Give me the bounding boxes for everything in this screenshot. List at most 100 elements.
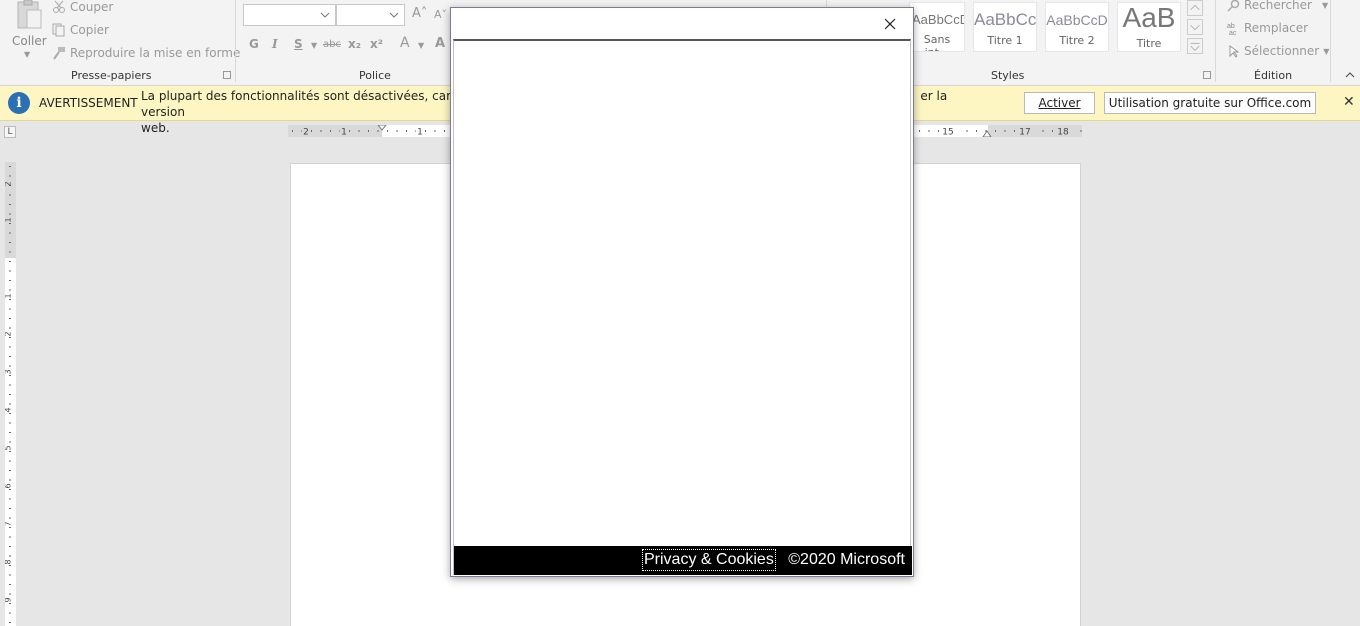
ruler-label: 18 (1057, 128, 1069, 138)
tab-selector[interactable]: L (4, 126, 16, 138)
collapse-ribbon-icon[interactable] (1345, 72, 1355, 78)
find-label: Rechercher (1244, 0, 1312, 12)
dialog-titlebar (451, 8, 913, 39)
styles-launcher-icon[interactable] (1203, 71, 1211, 79)
subscript-button[interactable]: x₂ (348, 37, 361, 51)
cursor-arrow-icon (1229, 44, 1240, 58)
ruler-label: 9 (5, 597, 13, 602)
group-separator (1215, 0, 1216, 82)
activate-button[interactable]: Activer (1024, 92, 1095, 114)
group-label-editing: Édition (1254, 69, 1293, 82)
chevron-down-icon (389, 12, 399, 18)
info-icon: i (8, 92, 30, 114)
ruler-label: 1 (5, 293, 13, 298)
style-sample: AaBbCcD (1046, 12, 1108, 28)
first-line-indent-marker (377, 125, 387, 131)
vertical-ruler[interactable]: 2 1 1 2 3 4 5 6 7 8 9 (5, 162, 16, 626)
activate-label: Activer (1038, 96, 1081, 110)
styles-scroll-up-icon[interactable] (1187, 0, 1203, 16)
bold-button[interactable]: G (249, 37, 259, 51)
superscript-button[interactable]: x² (370, 37, 383, 51)
close-icon[interactable] (880, 14, 900, 34)
replace-button[interactable]: ab ac Remplacer (1227, 21, 1308, 35)
font-name-dropdown[interactable] (243, 4, 336, 26)
svg-text:ab: ab (1227, 23, 1235, 30)
ruler-label: 2 (303, 128, 309, 138)
copy-button[interactable]: Copier (52, 21, 109, 39)
cut-button[interactable]: Couper (52, 0, 113, 16)
ruler-label: 1 (341, 128, 347, 138)
styles-scroll-down-icon[interactable] (1187, 19, 1203, 35)
chevron-down-icon: ▼ (1321, 0, 1329, 10)
group-label-font: Police (359, 69, 391, 82)
dialog-content (453, 39, 911, 575)
cut-label: Couper (70, 0, 114, 14)
font-size-dropdown[interactable] (336, 4, 405, 26)
close-icon[interactable]: ✕ (1343, 94, 1355, 110)
paste-button[interactable]: Coller (12, 34, 47, 48)
underline-button[interactable]: S (294, 37, 303, 51)
group-label-clipboard: Presse-papiers (71, 69, 152, 82)
brush-icon (53, 47, 65, 60)
style-name: Titre 1 (987, 34, 1023, 47)
office-online-button[interactable]: Utilisation gratuite sur Office.com (1104, 92, 1316, 114)
font-color-button[interactable]: A (435, 36, 445, 51)
style-item-title[interactable]: AaB Titre (1117, 2, 1181, 52)
style-sample: AaB (1122, 2, 1176, 33)
style-item-heading-2[interactable]: AaBbCcD Titre 2 (1045, 2, 1109, 52)
italic-button[interactable]: I (272, 37, 278, 51)
style-item-no-spacing[interactable]: AaBbCcDc Sans int... (909, 2, 965, 52)
warning-message-line2: web. (141, 121, 170, 135)
chevron-down-icon[interactable]: ▼ (24, 50, 30, 59)
group-label-styles: Styles (991, 69, 1025, 82)
ruler-label: 1 (5, 217, 13, 222)
ruler-ticks: 2 1 1 2 3 4 5 6 7 8 9 (5, 166, 13, 623)
shrink-font-button[interactable]: A˅ (434, 8, 447, 21)
select-button[interactable]: Sélectionner ▼ (1227, 44, 1329, 58)
copy-icon (52, 23, 65, 37)
right-indent-marker (982, 130, 992, 137)
warning-message-start: La plupart des fonctionnalités sont désa… (141, 89, 503, 103)
chevron-down-icon[interactable]: ▼ (418, 41, 424, 50)
copy-label: Copier (70, 23, 109, 37)
search-icon (1227, 0, 1240, 12)
privacy-cookies-link[interactable]: Privacy & Cookies (642, 549, 776, 571)
style-sample: AaBbCcDc (912, 12, 964, 27)
warning-title: AVERTISSEMENT (39, 96, 138, 110)
text-effects-button[interactable]: A (400, 35, 410, 51)
paste-icon[interactable] (14, 0, 44, 30)
style-item-heading-1[interactable]: AaBbCc Titre 1 (973, 2, 1037, 52)
format-painter-label: Reproduire la mise en forme (70, 46, 241, 60)
ruler-label: 15 (942, 128, 953, 138)
style-name: Titre (1136, 37, 1162, 50)
style-sample: AaBbCc (974, 10, 1037, 29)
style-name: Sans int... (923, 33, 951, 51)
clipboard-launcher-icon[interactable] (223, 71, 231, 79)
chevron-down-icon (320, 12, 330, 18)
ruler-label: 1 (417, 128, 423, 138)
ruler-label: 4 (5, 407, 13, 412)
replace-icon: abac (1227, 23, 1237, 35)
scissors-icon (53, 0, 65, 13)
ruler-label: 2 (5, 331, 13, 336)
ruler-label: 6 (5, 483, 13, 488)
ruler-label: 7 (5, 521, 13, 526)
find-button[interactable]: Rechercher ▼ (1227, 0, 1328, 12)
sign-in-dialog: Privacy & Cookies ©2020 Microsoft (450, 7, 914, 577)
styles-more-icon[interactable] (1187, 38, 1203, 54)
chevron-down-icon: ▼ (1323, 46, 1330, 56)
group-separator (235, 0, 236, 82)
format-painter-button[interactable]: Reproduire la mise en forme (52, 44, 240, 62)
ruler-label: 8 (5, 559, 13, 564)
dialog-footer: Privacy & Cookies ©2020 Microsoft (454, 546, 912, 575)
group-separator (1330, 0, 1331, 82)
ruler-label: 2 (5, 181, 13, 186)
select-label: Sélectionner (1244, 44, 1320, 58)
grow-font-button[interactable]: A˄ (412, 6, 427, 21)
ruler-label: 3 (5, 369, 13, 374)
chevron-down-icon[interactable]: ▼ (311, 41, 317, 50)
strikethrough-button[interactable]: abc (323, 39, 341, 50)
style-name: Titre 2 (1059, 34, 1095, 47)
svg-text:ac: ac (1229, 30, 1237, 35)
ruler-label: 17 (1019, 128, 1030, 138)
